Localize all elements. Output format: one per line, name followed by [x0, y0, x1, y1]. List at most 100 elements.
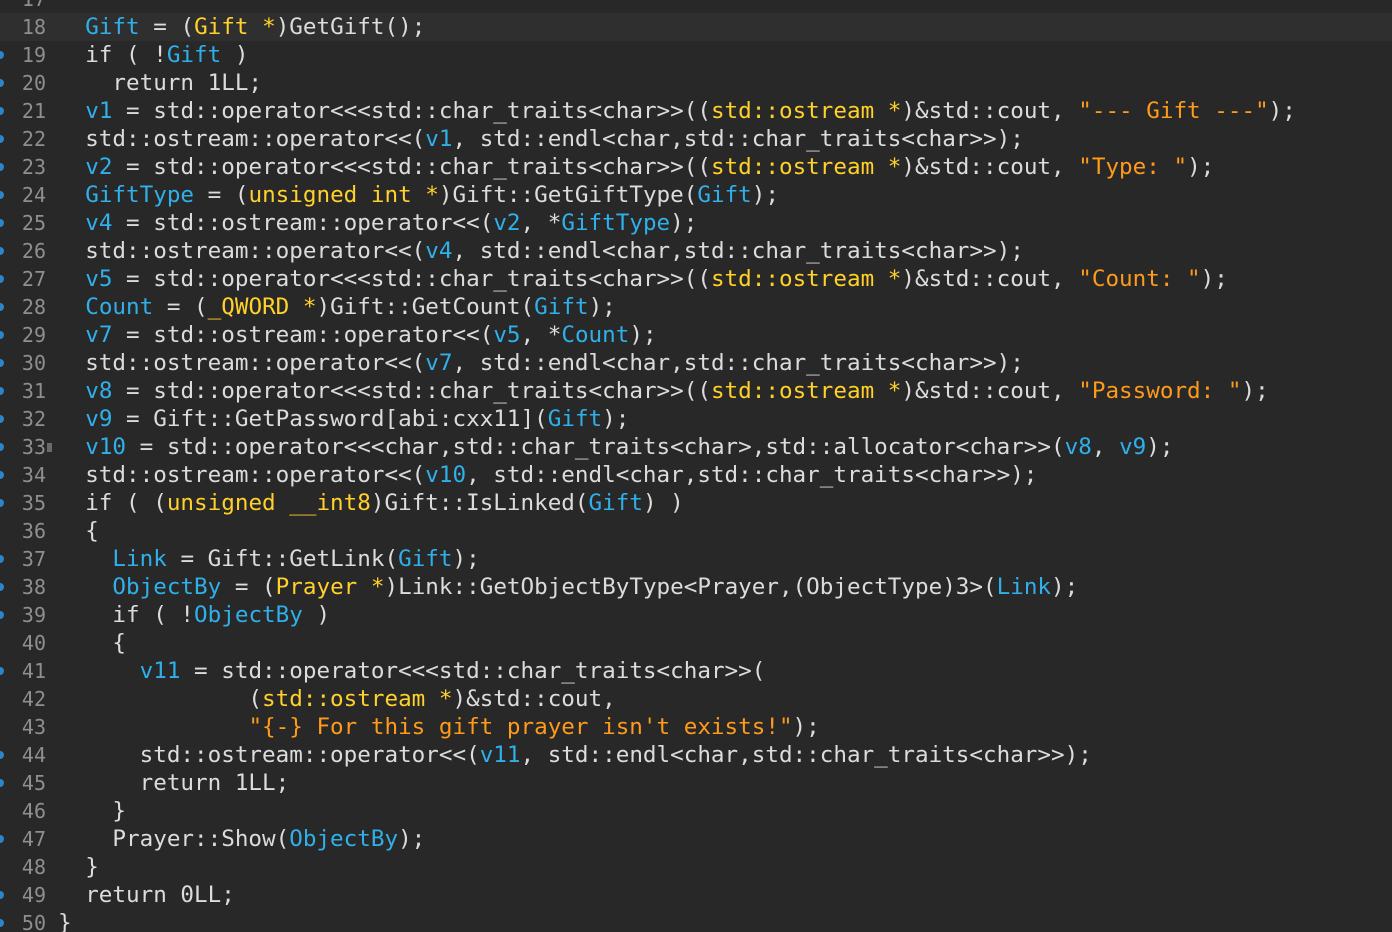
- code-text[interactable]: v2 = std::operator<<<std::char_traits<ch…: [58, 153, 1214, 181]
- code-line[interactable]: 49 return 0LL;: [0, 881, 1392, 909]
- code-line[interactable]: 25 v4 = std::ostream::operator<<(v2, *Gi…: [0, 209, 1392, 237]
- code-line[interactable]: 17: [0, 0, 1392, 13]
- decompiler-code-view[interactable]: 1718 Gift = (Gift *)GetGift();19 if ( !G…: [0, 0, 1392, 932]
- code-line[interactable]: 30 std::ostream::operator<<(v7, std::end…: [0, 349, 1392, 377]
- code-text[interactable]: v4 = std::ostream::operator<<(v2, *GiftT…: [58, 209, 697, 237]
- code-line[interactable]: 43 "{-} For this gift prayer isn't exist…: [0, 713, 1392, 741]
- code-text[interactable]: std::ostream::operator<<(v10, std::endl<…: [58, 461, 1037, 489]
- code-line[interactable]: 28 Count = (_QWORD *)Gift::GetCount(Gift…: [0, 293, 1392, 321]
- breakpoint-dot-icon[interactable]: [0, 331, 4, 339]
- code-line[interactable]: 40 {: [0, 629, 1392, 657]
- breakpoint-dot-icon[interactable]: [0, 51, 4, 59]
- code-line[interactable]: 45 return 1LL;: [0, 769, 1392, 797]
- code-line[interactable]: 37 Link = Gift::GetLink(Gift);: [0, 545, 1392, 573]
- code-line[interactable]: 20 return 1LL;: [0, 69, 1392, 97]
- identifier-token: v1: [85, 98, 113, 124]
- code-text[interactable]: Link = Gift::GetLink(Gift);: [58, 545, 479, 573]
- code-line[interactable]: 34 std::ostream::operator<<(v10, std::en…: [0, 461, 1392, 489]
- breakpoint-dot-icon[interactable]: [0, 835, 4, 843]
- code-text[interactable]: return 1LL;: [58, 69, 262, 97]
- code-line[interactable]: 24 GiftType = (unsigned int *)Gift::GetG…: [0, 181, 1392, 209]
- breakpoint-dot-icon[interactable]: [0, 667, 4, 675]
- code-line[interactable]: 22 std::ostream::operator<<(v1, std::end…: [0, 125, 1392, 153]
- code-text[interactable]: v10 = std::operator<<<char,std::char_tra…: [58, 433, 1173, 461]
- code-text[interactable]: }: [58, 909, 72, 932]
- code-line[interactable]: 27 v5 = std::operator<<<std::char_traits…: [0, 265, 1392, 293]
- code-text[interactable]: }: [58, 853, 99, 881]
- breakpoint-dot-icon[interactable]: [0, 107, 4, 115]
- code-text[interactable]: v5 = std::operator<<<std::char_traits<ch…: [58, 265, 1228, 293]
- breakpoint-dot-icon[interactable]: [0, 359, 4, 367]
- code-text[interactable]: std::ostream::operator<<(v11, std::endl<…: [58, 741, 1092, 769]
- code-line[interactable]: 33 v10 = std::operator<<<char,std::char_…: [0, 433, 1392, 461]
- code-text[interactable]: return 0LL;: [58, 881, 235, 909]
- code-line[interactable]: 21 v1 = std::operator<<<std::char_traits…: [0, 97, 1392, 125]
- code-line[interactable]: 38 ObjectBy = (Prayer *)Link::GetObjectB…: [0, 573, 1392, 601]
- breakpoint-dot-icon[interactable]: [0, 415, 4, 423]
- code-line[interactable]: 44 std::ostream::operator<<(v11, std::en…: [0, 741, 1392, 769]
- code-text[interactable]: v11 = std::operator<<<std::char_traits<c…: [58, 657, 766, 685]
- code-line[interactable]: 29 v7 = std::ostream::operator<<(v5, *Co…: [0, 321, 1392, 349]
- code-text[interactable]: "{-} For this gift prayer isn't exists!"…: [58, 713, 819, 741]
- breakpoint-dot-icon[interactable]: [0, 191, 4, 199]
- code-line[interactable]: 26 std::ostream::operator<<(v4, std::end…: [0, 237, 1392, 265]
- code-text[interactable]: if ( !ObjectBy ): [58, 601, 330, 629]
- code-line[interactable]: 18 Gift = (Gift *)GetGift();: [0, 13, 1392, 41]
- code-text[interactable]: }: [58, 797, 126, 825]
- code-line[interactable]: 35 if ( (unsigned __int8)Gift::IsLinked(…: [0, 489, 1392, 517]
- breakpoint-dot-icon[interactable]: [0, 275, 4, 283]
- breakpoint-dot-icon[interactable]: [0, 387, 4, 395]
- code-line[interactable]: 32 v9 = Gift::GetPassword[abi:cxx11](Gif…: [0, 405, 1392, 433]
- code-text[interactable]: return 1LL;: [58, 769, 290, 797]
- code-text[interactable]: Prayer::Show(ObjectBy);: [58, 825, 425, 853]
- code-token: , *: [520, 210, 562, 236]
- code-line[interactable]: 42 (std::ostream *)&std::cout,: [0, 685, 1392, 713]
- breakpoint-dot-icon[interactable]: [0, 919, 4, 927]
- breakpoint-dot-icon[interactable]: [0, 779, 4, 787]
- code-text[interactable]: v7 = std::ostream::operator<<(v5, *Count…: [58, 321, 656, 349]
- breakpoint-dot-icon[interactable]: [0, 555, 4, 563]
- code-text[interactable]: Count = (_QWORD *)Gift::GetCount(Gift);: [58, 293, 616, 321]
- breakpoint-dot-icon[interactable]: [0, 135, 4, 143]
- code-text[interactable]: if ( !Gift ): [58, 41, 248, 69]
- breakpoint-dot-icon[interactable]: [0, 583, 4, 591]
- code-line[interactable]: 36 {: [0, 517, 1392, 545]
- code-line[interactable]: 48 }: [0, 853, 1392, 881]
- code-text[interactable]: (std::ostream *)&std::cout,: [58, 685, 615, 713]
- code-text[interactable]: std::ostream::operator<<(v7, std::endl<c…: [58, 349, 1024, 377]
- code-line[interactable]: 41 v11 = std::operator<<<std::char_trait…: [0, 657, 1392, 685]
- breakpoint-dot-icon[interactable]: [0, 163, 4, 171]
- code-line[interactable]: 19 if ( !Gift ): [0, 41, 1392, 69]
- code-text[interactable]: std::ostream::operator<<(v1, std::endl<c…: [58, 125, 1024, 153]
- identifier-token: Gift: [547, 406, 603, 432]
- breakpoint-dot-icon[interactable]: [0, 499, 4, 507]
- code-token: = std::operator<<<std::char_traits<char>…: [112, 98, 711, 124]
- code-line[interactable]: 47 Prayer::Show(ObjectBy);: [0, 825, 1392, 853]
- code-text[interactable]: v8 = std::operator<<<std::char_traits<ch…: [58, 377, 1268, 405]
- breakpoint-dot-icon[interactable]: [0, 79, 4, 87]
- code-text[interactable]: std::ostream::operator<<(v4, std::endl<c…: [58, 237, 1024, 265]
- code-line[interactable]: 39 if ( !ObjectBy ): [0, 601, 1392, 629]
- code-line[interactable]: 23 v2 = std::operator<<<std::char_traits…: [0, 153, 1392, 181]
- code-text[interactable]: v9 = Gift::GetPassword[abi:cxx11](Gift);: [58, 405, 629, 433]
- breakpoint-dot-icon[interactable]: [0, 303, 4, 311]
- breakpoint-dot-icon[interactable]: [0, 891, 4, 899]
- code-line[interactable]: 50}: [0, 909, 1392, 932]
- code-text[interactable]: Gift = (Gift *)GetGift();: [58, 13, 425, 41]
- code-line[interactable]: 31 v8 = std::operator<<<std::char_traits…: [0, 377, 1392, 405]
- code-text[interactable]: if ( (unsigned __int8)Gift::IsLinked(Gif…: [58, 489, 684, 517]
- code-text[interactable]: GiftType = (unsigned int *)Gift::GetGift…: [58, 181, 779, 209]
- breakpoint-dot-icon[interactable]: [0, 471, 4, 479]
- code-text[interactable]: {: [58, 517, 99, 545]
- breakpoint-dot-icon[interactable]: [0, 247, 4, 255]
- code-text[interactable]: v1 = std::operator<<<std::char_traits<ch…: [58, 97, 1296, 125]
- code-text[interactable]: {: [58, 629, 126, 657]
- breakpoint-dot-icon[interactable]: [0, 219, 4, 227]
- breakpoint-dot-icon[interactable]: [0, 443, 4, 451]
- code-text[interactable]: ObjectBy = (Prayer *)Link::GetObjectByTy…: [58, 573, 1078, 601]
- identifier-token: v10: [85, 434, 127, 460]
- breakpoint-dot-icon[interactable]: [0, 751, 4, 759]
- code-line[interactable]: 46 }: [0, 797, 1392, 825]
- breakpoint-dot-icon[interactable]: [0, 611, 4, 619]
